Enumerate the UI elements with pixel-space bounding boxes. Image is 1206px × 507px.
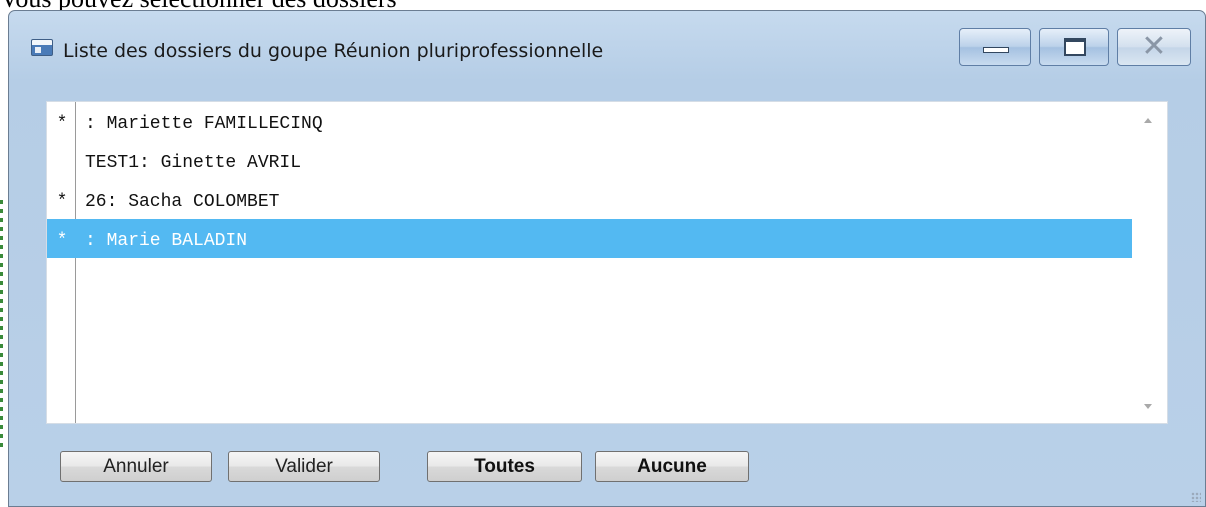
list-item-marker: * (56, 114, 68, 134)
maximize-button[interactable] (1039, 28, 1109, 66)
select-all-button[interactable]: Toutes (427, 451, 582, 482)
select-none-button[interactable]: Aucune (595, 451, 749, 482)
list-item-label: : Mariette FAMILLECINQ (85, 114, 323, 134)
vertical-scrollbar[interactable] (1132, 102, 1167, 423)
list-item-label: 26: Sacha COLOMBET (85, 192, 280, 212)
title-bar[interactable]: Liste des dossiers du goupe Réunion plur… (9, 11, 1205, 77)
list-item-label: : Marie BALADIN (85, 231, 248, 251)
list-item[interactable]: * 26: Sacha COLOMBET (47, 180, 1132, 219)
list-item[interactable]: TEST1: Ginette AVRIL (47, 141, 1132, 180)
list-item-marker: * (56, 192, 68, 212)
maximize-icon (1064, 38, 1086, 56)
background-window-edge (0, 200, 3, 450)
minimize-button[interactable] (959, 28, 1031, 66)
minimize-icon (983, 47, 1009, 53)
validate-button[interactable]: Valider (228, 451, 380, 482)
dialog-window: Liste des dossiers du goupe Réunion plur… (8, 10, 1206, 507)
list-item-marker: * (56, 231, 68, 251)
list-item-selected[interactable]: * : Marie BALADIN (47, 219, 1132, 258)
scroll-down-icon[interactable] (1144, 404, 1152, 409)
window-title: Liste des dossiers du goupe Réunion plur… (63, 40, 604, 62)
scroll-up-icon[interactable] (1144, 118, 1152, 123)
list-item[interactable]: * : Mariette FAMILLECINQ (47, 102, 1132, 141)
close-icon: ✕ (1141, 29, 1167, 64)
close-button[interactable]: ✕ (1117, 28, 1191, 66)
cancel-button[interactable]: Annuler (60, 451, 212, 482)
app-window-icon[interactable] (31, 39, 53, 56)
resize-grip-icon[interactable] (1191, 492, 1201, 502)
list-item-label: TEST1: Ginette AVRIL (85, 153, 302, 173)
folder-list[interactable]: * : Mariette FAMILLECINQ TEST1: Ginette … (46, 101, 1168, 424)
